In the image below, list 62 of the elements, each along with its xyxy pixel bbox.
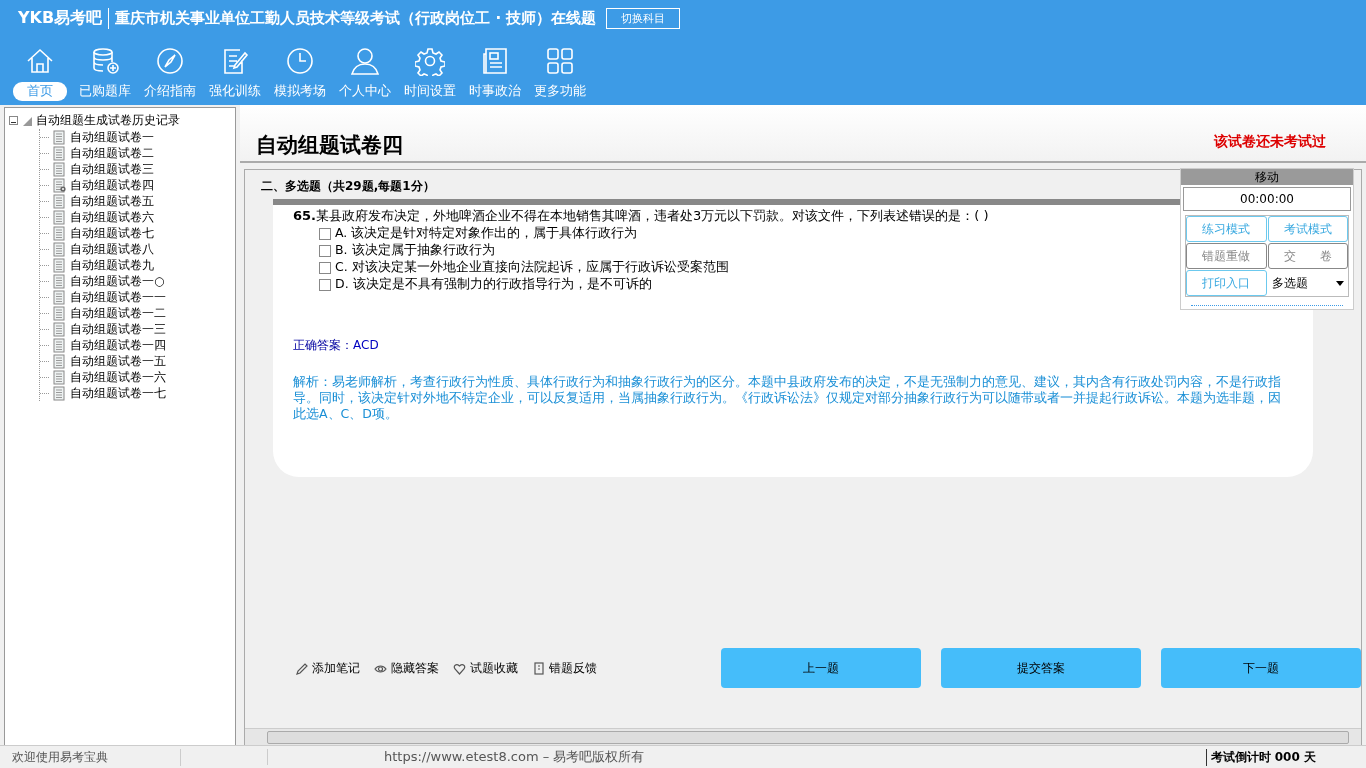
checkbox[interactable]: [319, 261, 331, 274]
home-icon: [25, 46, 55, 76]
countdown-text: 考试倒计时 000 天: [1205, 748, 1316, 766]
timer-display: 00:00:00: [1183, 187, 1351, 211]
checkbox[interactable]: [319, 278, 331, 291]
caret-icon: [1336, 280, 1344, 286]
expand-toggle[interactable]: [9, 116, 18, 125]
tree-item[interactable]: 自动组题试卷八: [70, 240, 154, 258]
tree-root-label[interactable]: 自动组题生成试卷历史记录: [36, 112, 180, 129]
toolbar-link[interactable]: 隐藏答案: [374, 659, 439, 677]
tree-item[interactable]: 自动组题试卷一四: [70, 336, 166, 354]
checkbox[interactable]: [319, 227, 331, 240]
copyright-text: https://www.etest8.com – 易考吧版权所有: [384, 748, 645, 766]
question-nav-button[interactable]: 下一题: [1161, 648, 1361, 688]
move-handle[interactable]: 移动: [1181, 169, 1353, 185]
tree-item[interactable]: 自动组题试卷一五: [70, 352, 166, 370]
newspaper-icon: [480, 46, 510, 76]
answer-option[interactable]: D. 该决定是不具有强制力的行政指导行为，是不可诉的: [319, 276, 652, 293]
app-logo: YKB易考吧: [18, 7, 110, 29]
heart-icon: [453, 661, 466, 675]
tree-item[interactable]: 自动组题试卷九: [70, 256, 154, 274]
tree-item[interactable]: 自动组题试卷一: [70, 128, 154, 146]
tree-item[interactable]: 自动组题试卷五: [70, 192, 154, 210]
app-title: 重庆市机关事业单位工勤人员技术等级考试（行政岗位工 · 技师）在线题: [115, 8, 597, 28]
compass-icon: [155, 46, 185, 76]
analysis-text: 解析：易老师解析，考查行政行为性质、具体行政行为和抽象行政行为的区分。本题中县政府发布的决定，不是无强制力的意见、建议，其内含有行政处罚内容，不是行政指导。同时，该决定针对外地不特定企业，可以反复适用，当属抽象行政行为。《行政诉讼法》仅规定对部分抽象行政行为可以随带或者一并提起行政诉讼。本题为选非题，因此选A、C、D项。: [293, 374, 1282, 422]
user-icon: [350, 46, 380, 76]
section-heading: 二、多选题（共29题,每题1分）: [261, 178, 435, 195]
scrollbar-thumb[interactable]: [267, 730, 1349, 744]
clock-icon: [285, 46, 315, 76]
database-icon: [90, 46, 120, 76]
question-type-select[interactable]: 多选题: [1267, 270, 1348, 296]
document-icon: [532, 661, 545, 675]
tree-item[interactable]: 自动组题试卷六: [70, 208, 154, 226]
tree-item[interactable]: 自动组题试卷一二: [70, 304, 166, 322]
tree-item[interactable]: 自动组题试卷一六: [70, 368, 166, 386]
question-text: 65.某县政府发布决定，外地啤酒企业不得在本地销售其啤酒，违者处3万元以下罚款。对该文件，下列表述错误的是：( ): [293, 207, 990, 225]
toolbar-link[interactable]: 试题收藏: [453, 659, 518, 677]
question-nav-button[interactable]: 上一题: [721, 648, 921, 688]
tree-item[interactable]: 自动组题试卷七: [70, 224, 154, 242]
tree-item[interactable]: 自动组题试卷四: [70, 176, 154, 194]
toolbar-link[interactable]: 添加笔记: [295, 659, 360, 677]
paper-title: 自动组题试卷四: [256, 132, 403, 159]
folder-triangle-icon: [22, 115, 32, 126]
welcome-text: 欢迎使用易考宝典: [0, 748, 181, 766]
tree-item[interactable]: 自动组题试卷三: [70, 160, 154, 178]
answer-option[interactable]: B. 该决定属于抽象行政行为: [319, 242, 495, 259]
tree-item[interactable]: 自动组题试卷一○: [70, 272, 165, 290]
checkbox[interactable]: [319, 244, 331, 257]
tree-item[interactable]: 自动组题试卷一一: [70, 288, 166, 306]
tree-item[interactable]: 自动组题试卷一七: [70, 384, 166, 402]
tree-item[interactable]: 自动组题试卷二: [70, 144, 154, 162]
settings-icon: [415, 46, 445, 76]
answer-option[interactable]: A. 该决定是针对特定对象作出的，属于具体行政行为: [319, 225, 638, 242]
pencil-icon: [295, 661, 308, 675]
tree-item[interactable]: 自动组题试卷一三: [70, 320, 166, 338]
correct-answer: 正确答案：ACD: [293, 337, 380, 354]
grid-icon: [545, 46, 575, 76]
answer-option[interactable]: C. 对该决定某一外地企业直接向法院起诉，应属于行政诉讼受案范围: [319, 259, 729, 276]
question-nav-button[interactable]: 提交答案: [941, 648, 1141, 688]
exam-status: 该试卷还未考试过: [1214, 133, 1326, 151]
toolbar-link[interactable]: 错题反馈: [532, 659, 597, 677]
